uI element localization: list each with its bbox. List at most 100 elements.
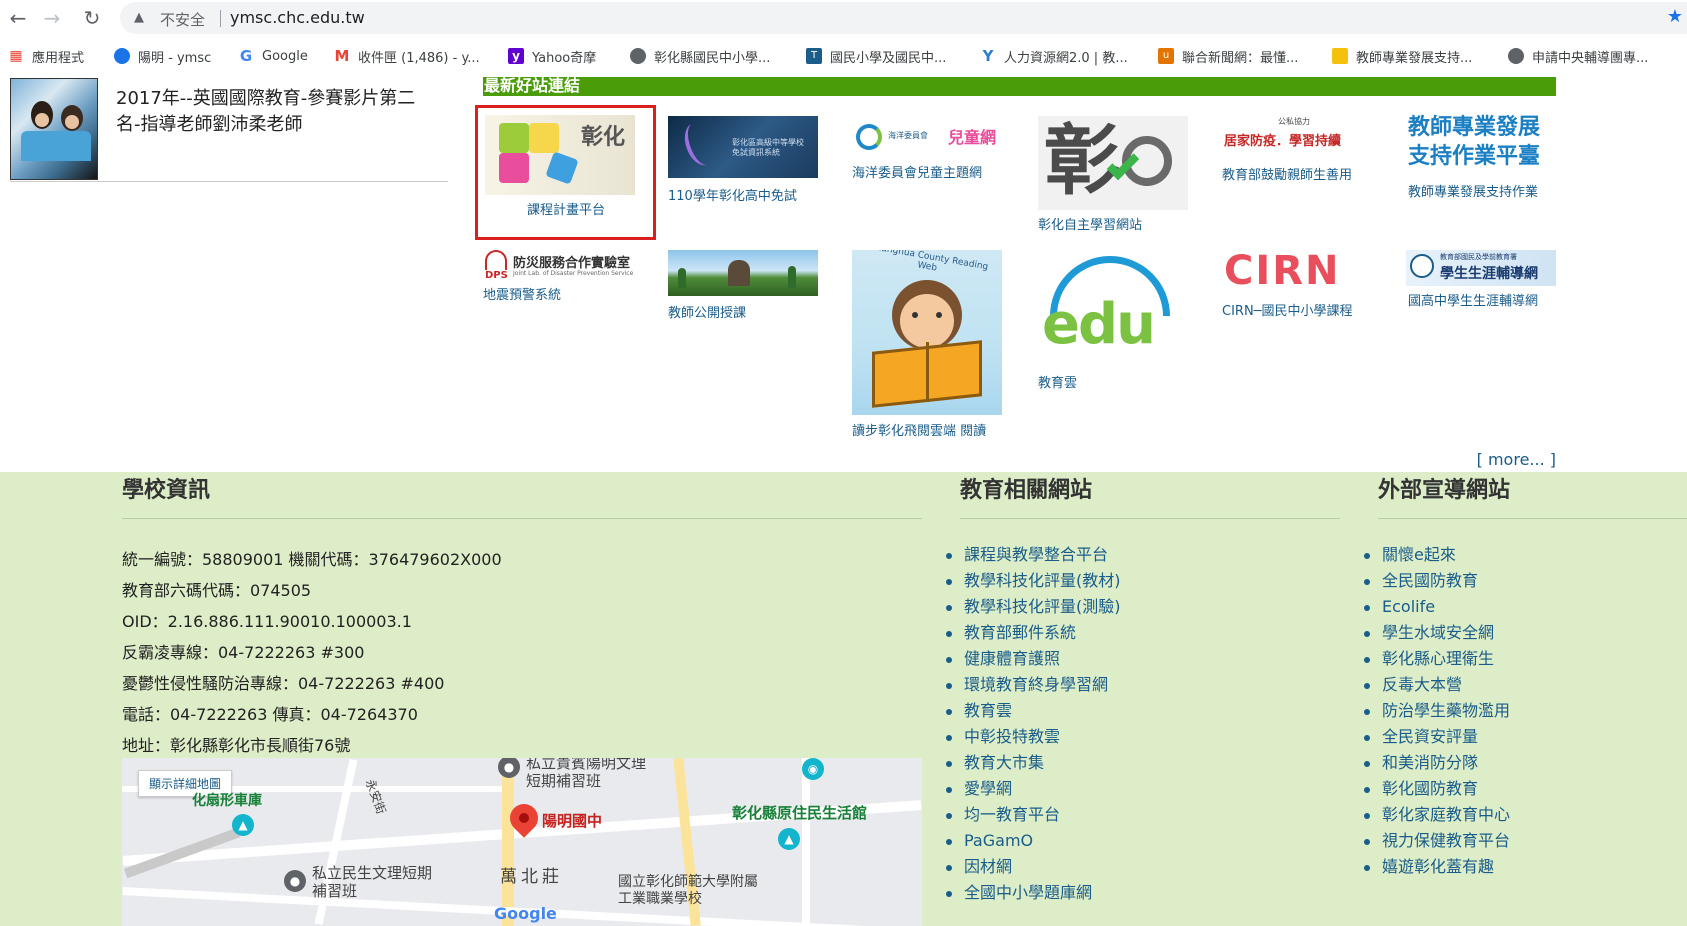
list-item[interactable]: 防治學生藥物濫用 — [1360, 698, 1510, 724]
list-item[interactable]: 環境教育終身學習網 — [942, 672, 1121, 698]
globe-icon — [114, 48, 130, 64]
cirn-logo[interactable]: CIRN — [1222, 252, 1372, 296]
news-title[interactable]: 2017年--英國國際教育-參賽影片第二名-指導老師劉沛柔老師 — [116, 86, 436, 138]
link-caption[interactable]: 讀步彰化飛閱雲端 閱讀 — [852, 420, 986, 439]
url-text[interactable]: ymsc.chc.edu.tw — [230, 8, 365, 27]
link-card-ocean-kids[interactable]: 海洋委員會 兒童網 海洋委員會兒童主題網 — [852, 118, 1002, 188]
list-item[interactable]: Ecolife — [1360, 594, 1510, 620]
list-item[interactable]: 彰化國防教育 — [1360, 776, 1510, 802]
list-item[interactable]: 愛學網 — [942, 776, 1121, 802]
list-item[interactable]: 教學科技化評量(測驗) — [942, 594, 1121, 620]
list-item[interactable]: 因材網 — [942, 854, 1121, 880]
list-item[interactable]: 全國中小學題庫網 — [942, 880, 1121, 906]
list-item[interactable]: 中彰投特教雲 — [942, 724, 1121, 750]
home-learning-banner[interactable]: 公私協力 居家防疫．學習持續 — [1222, 116, 1372, 158]
map-label: 私立貴賓陽明文理短期補習班 — [526, 758, 647, 790]
google-logo: Google — [494, 904, 557, 923]
bookmark-item[interactable]: T 國民小學及國民中... — [806, 46, 946, 66]
edu-cloud-logo[interactable]: edu — [1038, 252, 1188, 364]
teacher-dev-banner[interactable]: 教師專業發展支持作業平臺 — [1406, 113, 1556, 173]
list-item[interactable]: 關懷e起來 — [1360, 542, 1510, 568]
list-item[interactable]: 視力保健教育平台 — [1360, 828, 1510, 854]
camera-poi-icon[interactable]: ◉ — [802, 758, 824, 780]
list-item[interactable]: 教育雲 — [942, 698, 1121, 724]
news-item[interactable]: 2017年--英國國際教育-參賽影片第二名-指導老師劉沛柔老師 — [10, 76, 448, 182]
list-item[interactable]: PaGamO — [942, 828, 1121, 854]
link-card-teacher-dev[interactable]: 教師專業發展支持作業平臺 教師專業發展支持作業 — [1406, 113, 1556, 200]
link-caption[interactable]: CIRN─國民中小學課程 — [1222, 300, 1353, 319]
bookmark-item[interactable]: M 收件匣 (1,486) - y... — [334, 46, 480, 66]
map-label: 彰化縣原住民生活館 — [732, 804, 868, 822]
link-card-cirn[interactable]: CIRN CIRN─國民中小學課程 — [1222, 252, 1372, 322]
list-item[interactable]: 課程與教學整合平台 — [942, 542, 1121, 568]
back-arrow-icon[interactable]: ← — [6, 6, 30, 30]
list-item[interactable]: 彰化縣心理衛生 — [1360, 646, 1510, 672]
bookmark-item[interactable]: 彰化縣國民中小學... — [630, 46, 770, 66]
map-label: 陽明國中 — [542, 812, 603, 830]
bookmark-star-icon[interactable]: ★ — [1667, 6, 1683, 27]
link-caption[interactable]: 海洋委員會兒童主題網 — [852, 162, 982, 181]
list-item[interactable]: 教育大市集 — [942, 750, 1121, 776]
list-item[interactable]: 學生水域安全網 — [1360, 620, 1510, 646]
list-item[interactable]: 均一教育平台 — [942, 802, 1121, 828]
self-learning-logo[interactable]: 彰 — [1038, 116, 1188, 210]
link-caption[interactable]: 彰化自主學習網站 — [1038, 214, 1142, 233]
list-item[interactable]: 和美消防分隊 — [1360, 750, 1510, 776]
link-card-admission[interactable]: 彰化區高級中等學校 免試資訊系統 110學年彰化高中免試 — [668, 116, 818, 206]
forward-arrow-icon[interactable]: → — [40, 6, 64, 30]
bookmark-item[interactable]: 教師專業發展支持... — [1332, 46, 1472, 66]
bookmark-item[interactable]: 陽明 - ymsc — [114, 46, 211, 66]
bookmark-item[interactable]: 申請中央輔導團專... — [1508, 46, 1648, 66]
ocean-kids-logo[interactable]: 海洋委員會 兒童網 — [852, 118, 1002, 158]
link-card-course-plan[interactable]: 彰化 課程計畫平台 — [485, 115, 635, 225]
open-class-photo[interactable] — [668, 250, 818, 296]
reading-web-illustration[interactable]: Changhua County Reading Web — [852, 250, 1002, 415]
link-card-self-learning[interactable]: 彰 彰化自主學習網站 — [1038, 116, 1188, 233]
link-caption[interactable]: 教育部鼓勵親師生善用 — [1222, 164, 1352, 183]
list-item[interactable]: 教學科技化評量(教材) — [942, 568, 1121, 594]
address-bar[interactable]: ▲ 不安全 ymsc.chc.edu.tw ★ — [120, 2, 1687, 34]
career-banner[interactable]: 教育部國民及學前教育署 學生生涯輔導網 — [1406, 250, 1556, 286]
list-item[interactable]: 教育部郵件系統 — [942, 620, 1121, 646]
link-card-edu-cloud[interactable]: edu 教育雲 — [1038, 252, 1188, 392]
link-caption[interactable]: 教育雲 — [1038, 372, 1077, 391]
bookmark-item[interactable]: u 聯合新聞網：最懂... — [1158, 46, 1298, 66]
museum-poi-icon[interactable]: ▲ — [232, 814, 254, 836]
location-map[interactable]: 顯示詳細地圖 ● 私立貴賓陽明文理短期補習班 陽明國中 彰化縣原住民生活館 ◉ … — [122, 758, 922, 926]
edu-sites-list: 課程與教學整合平台 教學科技化評量(教材) 教學科技化評量(測驗) 教育部郵件系… — [942, 542, 1121, 906]
news-thumbnail[interactable] — [10, 78, 98, 180]
list-item[interactable]: 健康體育護照 — [942, 646, 1121, 672]
yahoo-icon: y — [508, 48, 524, 64]
list-item[interactable]: 彰化家庭教育中心 — [1360, 802, 1510, 828]
link-caption[interactable]: 教師公開授課 — [668, 302, 746, 321]
link-card-earthquake[interactable]: DPS 防災服務合作實驗室 Joint Lab. of Disaster Pre… — [483, 250, 633, 304]
divider — [960, 518, 1340, 519]
google-g-icon: G — [239, 47, 253, 65]
list-item[interactable]: 嬉遊彰化蓋有趣 — [1360, 854, 1510, 880]
course-plan-logo[interactable]: 彰化 — [485, 115, 635, 195]
link-caption[interactable]: 110學年彰化高中免試 — [668, 185, 797, 204]
bookmark-item[interactable]: G Google — [238, 46, 308, 66]
link-card-home-learning[interactable]: 公私協力 居家防疫．學習持續 教育部鼓勵親師生善用 — [1222, 116, 1372, 186]
more-link[interactable]: [ more... ] — [1477, 450, 1556, 469]
list-item[interactable]: 反毒大本營 — [1360, 672, 1510, 698]
map-poi-icon[interactable]: ● — [284, 870, 306, 892]
list-item[interactable]: 全民資安評量 — [1360, 724, 1510, 750]
bookmark-item[interactable]: ▦ 應用程式 — [8, 46, 84, 66]
map-poi-icon[interactable]: ● — [498, 758, 520, 778]
reload-icon[interactable]: ↻ — [80, 6, 104, 30]
bookmark-item[interactable]: y Yahoo奇摩 — [508, 46, 596, 66]
external-sites-heading: 外部宣導網站 — [1378, 478, 1511, 503]
link-caption[interactable]: 國高中學生生涯輔導網 — [1408, 290, 1538, 309]
link-card-reading-web[interactable]: Changhua County Reading Web 讀步彰化飛閱雲端 閱讀 — [852, 250, 1002, 439]
bookmark-item[interactable]: Y 人力資源網2.0 | 教... — [980, 46, 1128, 66]
admission-banner[interactable]: 彰化區高級中等學校 免試資訊系統 — [668, 116, 818, 178]
link-caption[interactable]: 地震預警系統 — [483, 284, 561, 303]
museum-poi-icon[interactable]: ▲ — [778, 828, 800, 850]
link-card-career[interactable]: 教育部國民及學前教育署 學生生涯輔導網 國高中學生生涯輔導網 — [1406, 250, 1556, 312]
link-caption[interactable]: 課程計畫平台 — [527, 199, 605, 218]
disaster-lab-logo[interactable]: DPS 防災服務合作實驗室 Joint Lab. of Disaster Pre… — [483, 250, 633, 282]
link-caption[interactable]: 教師專業發展支持作業 — [1408, 181, 1538, 200]
link-card-open-class[interactable]: 教師公開授課 — [668, 250, 818, 321]
list-item[interactable]: 全民國防教育 — [1360, 568, 1510, 594]
